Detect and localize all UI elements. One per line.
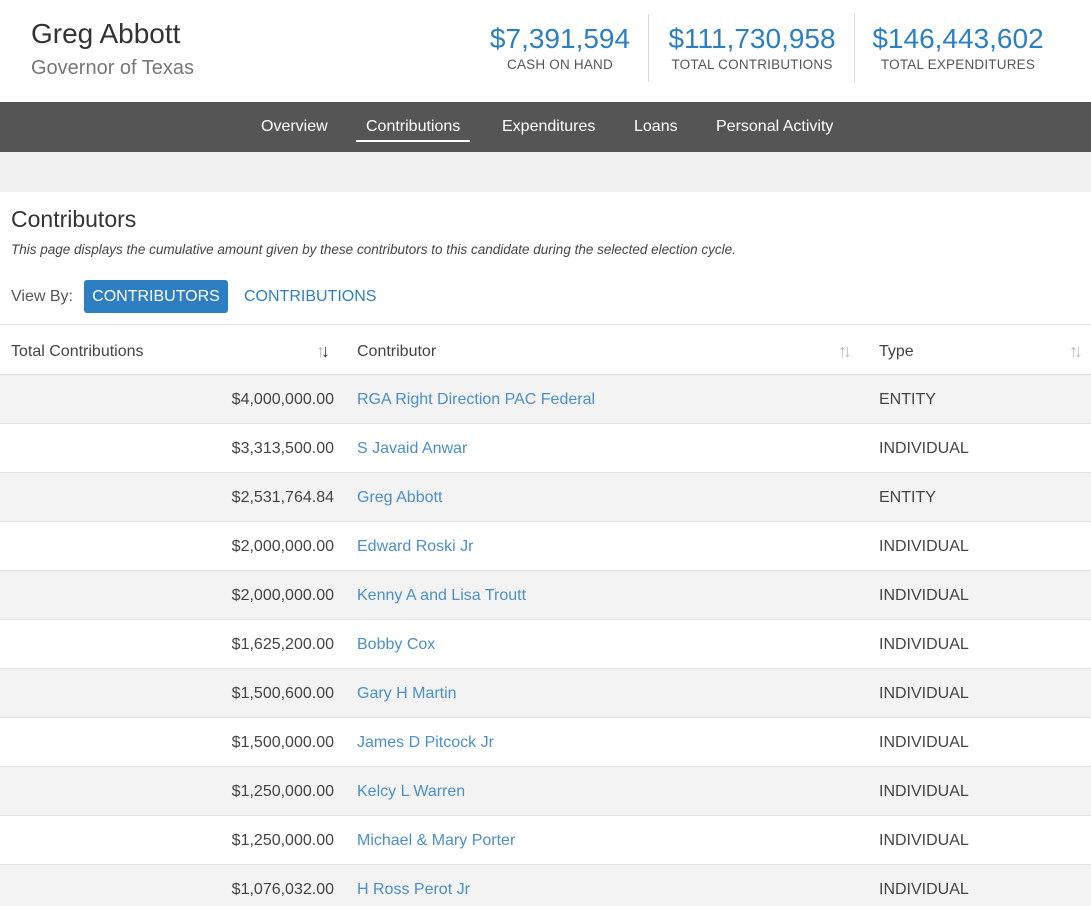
- table-row: $1,500,600.00 Gary H Martin INDIVIDUAL: [0, 669, 1091, 718]
- cell-total-contributions: $3,313,500.00: [231, 440, 334, 457]
- cell-type: INDIVIDUAL: [879, 783, 969, 800]
- table-row: $2,000,000.00 Kenny A and Lisa Troutt INDI…: [0, 571, 1091, 620]
- table-row: $1,625,200.00 Bobby Cox INDIVIDUAL: [0, 620, 1091, 669]
- cell-type: INDIVIDUAL: [879, 587, 969, 604]
- nav-contributions[interactable]: Contributions: [355, 102, 471, 152]
- stat-amount: $146,443,602: [872, 23, 1044, 54]
- view-contributions-link[interactable]: CONTRIBUTIONS: [244, 288, 376, 306]
- candidate-office: Governor of Texas: [31, 57, 195, 79]
- cell-total-contributions: $1,625,200.00: [231, 636, 334, 653]
- cell-total-contributions: $1,500,600.00: [231, 685, 334, 702]
- table-row: $4,000,000.00 RGA Right Direction PAC Fed…: [0, 375, 1091, 424]
- candidate-name: Greg Abbott: [31, 18, 181, 49]
- page-description: This page displays the cumulative amount…: [11, 242, 736, 257]
- nav-loans[interactable]: Loans: [634, 102, 678, 152]
- table-row: $2,000,000.00 Edward Roski Jr INDIVIDUAL: [0, 522, 1091, 571]
- cell-total-contributions: $1,076,032.00: [231, 881, 334, 898]
- stat-amount: $111,730,958: [668, 23, 836, 54]
- stat-amount: $7,391,594: [489, 23, 631, 54]
- stat-cash-on-hand: $7,391,594 CASH ON HAND: [470, 22, 650, 72]
- contributor-link[interactable]: Kelcy L Warren: [357, 767, 465, 816]
- cell-type: ENTITY: [879, 391, 936, 408]
- cell-type: INDIVIDUAL: [879, 734, 969, 751]
- table-header: Total Contributions ↑↓ Contributor ↑↓ Ty…: [0, 324, 1091, 375]
- header-type[interactable]: Type: [879, 325, 914, 375]
- nav-expenditures[interactable]: Expenditures: [502, 102, 595, 152]
- sort-icon[interactable]: ↑↓: [316, 341, 330, 362]
- sort-icon[interactable]: ↑↓: [1069, 341, 1083, 362]
- table-body: $4,000,000.00 RGA Right Direction PAC Fed…: [0, 375, 1091, 906]
- cell-total-contributions: $2,531,764.84: [231, 489, 334, 506]
- contributor-link[interactable]: Gary H Martin: [357, 669, 457, 718]
- nav-personal-activity[interactable]: Personal Activity: [716, 102, 833, 152]
- view-contributors-button[interactable]: CONTRIBUTORS: [84, 280, 228, 313]
- stat-label: CASH ON HAND: [507, 57, 613, 72]
- table-row: $1,076,032.00 H Ross Perot Jr INDIVIDUAL: [0, 865, 1091, 906]
- table-row: $1,250,000.00 Kelcy L Warren INDIVIDUAL: [0, 767, 1091, 816]
- candidate-header: Greg Abbott Governor of Texas $7,391,594…: [0, 0, 1091, 102]
- cell-total-contributions: $2,000,000.00: [231, 587, 334, 604]
- header-contributor[interactable]: Contributor: [357, 325, 436, 375]
- contributor-link[interactable]: S Javaid Anwar: [357, 424, 467, 473]
- contributor-link[interactable]: James D Pitcock Jr: [357, 718, 494, 767]
- contributor-link[interactable]: Edward Roski Jr: [357, 522, 473, 571]
- cell-type: INDIVIDUAL: [879, 538, 969, 555]
- contributor-link[interactable]: RGA Right Direction PAC Federal: [357, 375, 595, 424]
- table-row: $3,313,500.00 S Javaid Anwar INDIVIDUAL: [0, 424, 1091, 473]
- cell-type: INDIVIDUAL: [879, 881, 969, 898]
- cell-type: INDIVIDUAL: [879, 440, 969, 457]
- cell-total-contributions: $2,000,000.00: [231, 538, 334, 555]
- sort-icon[interactable]: ↑↓: [838, 341, 852, 362]
- contributors-table: Total Contributions ↑↓ Contributor ↑↓ Ty…: [0, 324, 1091, 906]
- cell-total-contributions: $1,250,000.00: [231, 783, 334, 800]
- stat-label: TOTAL EXPENDITURES: [880, 57, 1036, 72]
- cell-type: INDIVIDUAL: [879, 636, 969, 653]
- spacer-band: [0, 152, 1091, 192]
- cell-total-contributions: $1,250,000.00: [231, 832, 334, 849]
- page-title: Contributors: [11, 206, 137, 232]
- cell-type: INDIVIDUAL: [879, 832, 969, 849]
- main-nav: Overview Contributions Expenditures Loan…: [0, 102, 1091, 152]
- stat-total-contributions: $111,730,958 TOTAL CONTRIBUTIONS: [649, 22, 855, 72]
- contributor-link[interactable]: Michael & Mary Porter: [357, 816, 515, 865]
- nav-overview[interactable]: Overview: [261, 102, 328, 152]
- header-total-contributions[interactable]: Total Contributions: [11, 325, 144, 375]
- table-row: $1,250,000.00 Michael & Mary Porter INDIVI…: [0, 816, 1091, 865]
- cell-total-contributions: $4,000,000.00: [231, 391, 334, 408]
- cell-total-contributions: $1,500,000.00: [231, 734, 334, 751]
- table-row: $1,500,000.00 James D Pitcock Jr INDIVIDUA…: [0, 718, 1091, 767]
- table-row: $2,531,764.84 Greg Abbott ENTITY: [0, 473, 1091, 522]
- view-by-label: View By:: [11, 288, 73, 305]
- contributor-link[interactable]: Greg Abbott: [357, 473, 442, 522]
- contributor-link[interactable]: Kenny A and Lisa Troutt: [357, 571, 526, 620]
- cell-type: ENTITY: [879, 489, 936, 506]
- contributor-link[interactable]: H Ross Perot Jr: [357, 865, 470, 906]
- contributor-link[interactable]: Bobby Cox: [357, 620, 435, 669]
- stat-divider: [854, 14, 855, 82]
- stat-label: TOTAL CONTRIBUTIONS: [671, 57, 833, 72]
- stat-total-expenditures: $146,443,602 TOTAL EXPENDITURES: [856, 22, 1060, 72]
- cell-type: INDIVIDUAL: [879, 685, 969, 702]
